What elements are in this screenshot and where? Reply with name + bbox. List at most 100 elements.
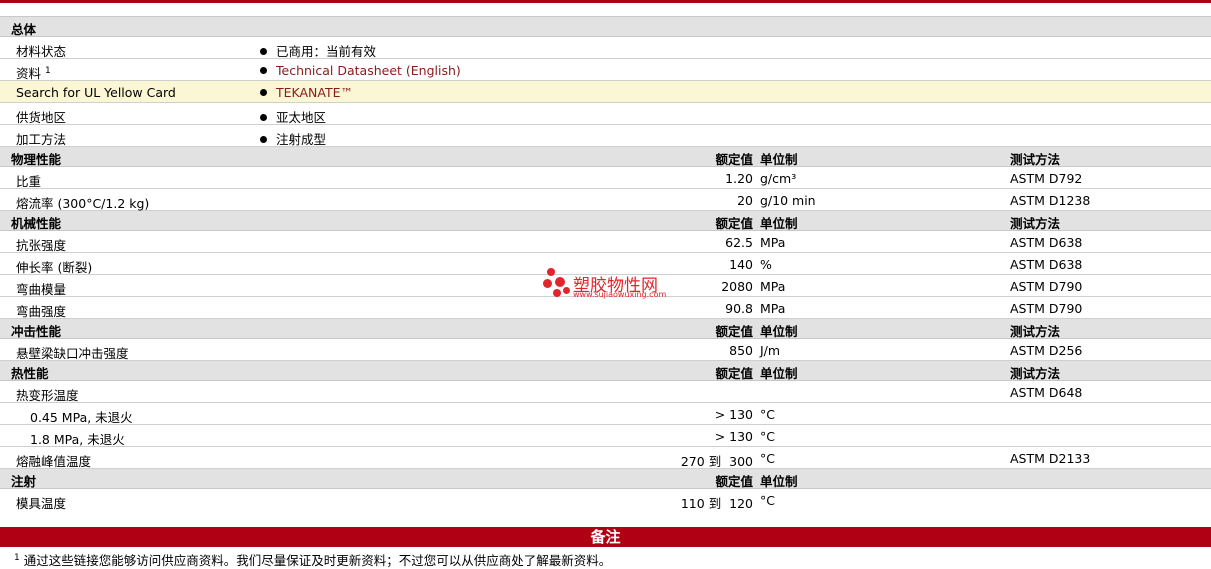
row-test: ASTM D790 <box>1010 301 1083 316</box>
row-unit: MPa <box>760 235 786 250</box>
row-unit: MPa <box>760 279 786 294</box>
table-row: 弯曲强度 90.8 MPa ASTM D790 <box>0 297 1211 319</box>
logo-dot <box>547 268 555 276</box>
table-row: 熔融峰值温度 270 到 300 °C ASTM D2133 <box>0 447 1211 469</box>
general-row-ul-yellow-card: Search for UL Yellow Card TEKANATE™ <box>0 81 1211 103</box>
row-value: 亚太地区 <box>260 107 326 126</box>
section-header-physical: 物理性能 额定值 单位制 测试方法 <box>0 147 1211 167</box>
bullet-icon <box>260 48 267 55</box>
section-title: 注射 <box>11 474 37 489</box>
table-row: 比重 1.20 g/cm³ ASTM D792 <box>0 167 1211 189</box>
col-header-value: 额定值 <box>715 152 753 167</box>
notes-header: 备注 <box>0 527 1211 547</box>
row-value: 2080 <box>721 279 753 294</box>
col-header-value: 额定值 <box>715 366 753 381</box>
table-row: 0.45 MPa, 未退火 > 130 °C <box>0 403 1211 425</box>
general-row-datasheet: 资料 1 Technical Datasheet (English) <box>0 59 1211 81</box>
row-label: 供货地区 <box>16 110 67 125</box>
section-title: 总体 <box>11 22 37 37</box>
row-value: 已商用：当前有效 <box>260 41 376 60</box>
table-row: 模具温度 110 到 120 °C <box>0 489 1211 511</box>
table-row: 热变形温度 ASTM D648 <box>0 381 1211 403</box>
logo-dot <box>543 279 552 288</box>
top-spacer <box>0 3 1211 17</box>
row-value: TEKANATE™ <box>260 85 353 100</box>
datasheet-link[interactable]: Technical Datasheet (English) <box>276 63 461 78</box>
col-header-value: 额定值 <box>715 474 753 489</box>
col-header-unit: 单位制 <box>760 152 798 167</box>
row-test: ASTM D256 <box>1010 343 1083 358</box>
section-header-mechanical: 机械性能 额定值 单位制 测试方法 <box>0 211 1211 231</box>
section-header-thermal: 热性能 额定值 单位制 测试方法 <box>0 361 1211 381</box>
row-value: Technical Datasheet (English) <box>260 63 461 78</box>
row-unit: g/10 min <box>760 193 816 208</box>
row-unit: °C <box>760 407 775 422</box>
col-header-unit: 单位制 <box>760 366 798 381</box>
row-label: 弯曲强度 <box>16 304 67 319</box>
row-unit: % <box>760 257 772 272</box>
bullet-icon <box>260 114 267 121</box>
row-test: ASTM D1238 <box>1010 193 1091 208</box>
row-value: 270 到 300 <box>680 454 753 469</box>
row-label: 熔流率 (300°C/1.2 kg) <box>16 196 150 211</box>
row-value: 1.20 <box>725 171 753 186</box>
col-header-unit: 单位制 <box>760 324 798 339</box>
table-row: 悬壁梁缺口冲击强度 850 J/m ASTM D256 <box>0 339 1211 361</box>
row-unit: MPa <box>760 301 786 316</box>
row-label: 抗张强度 <box>16 238 67 253</box>
table-row: 1.8 MPa, 未退火 > 130 °C <box>0 425 1211 447</box>
row-value: 90.8 <box>725 301 753 316</box>
row-unit: °C <box>760 493 775 508</box>
row-label: 加工方法 <box>16 132 67 147</box>
row-value: 110 到 120 <box>680 496 753 511</box>
row-test: ASTM D2133 <box>1010 451 1091 466</box>
row-label: 0.45 MPa, 未退火 <box>30 410 133 425</box>
general-row-region: 供货地区 亚太地区 <box>0 103 1211 125</box>
col-header-test: 测试方法 <box>1010 324 1061 339</box>
ul-yellow-card-link[interactable]: TEKANATE™ <box>276 85 353 100</box>
row-test: ASTM D638 <box>1010 235 1083 250</box>
row-value: 注射成型 <box>260 129 326 148</box>
row-label: Search for UL Yellow Card <box>16 85 176 100</box>
section-header-general: 总体 <box>0 17 1211 37</box>
row-value: 20 <box>737 193 753 208</box>
section-title: 冲击性能 <box>11 324 62 339</box>
section-title: 热性能 <box>11 366 49 381</box>
section-title: 机械性能 <box>11 216 62 231</box>
col-header-test: 测试方法 <box>1010 152 1061 167</box>
row-value: > 130 <box>714 407 753 422</box>
section-header-injection: 注射 额定值 单位制 <box>0 469 1211 489</box>
table-row: 抗张强度 62.5 MPa ASTM D638 <box>0 231 1211 253</box>
row-label: 1.8 MPa, 未退火 <box>30 432 125 447</box>
row-label: 资料 1 <box>16 65 51 81</box>
row-label: 悬壁梁缺口冲击强度 <box>16 346 129 361</box>
row-test: ASTM D792 <box>1010 171 1083 186</box>
footnote-marker: 1 <box>14 552 20 563</box>
col-header-test: 测试方法 <box>1010 216 1061 231</box>
col-header-test: 测试方法 <box>1010 366 1061 381</box>
row-label: 材料状态 <box>16 44 67 59</box>
footnote: 1 通过这些链接您能够访问供应商资料。我们尽量保证及时更新资料；不过您可以从供应… <box>14 550 611 569</box>
row-label: 伸长率 (断裂) <box>16 260 93 275</box>
table-row: 熔流率 (300°C/1.2 kg) 20 g/10 min ASTM D123… <box>0 189 1211 211</box>
row-label: 模具温度 <box>16 496 67 511</box>
col-header-value: 额定值 <box>715 216 753 231</box>
row-value: 850 <box>729 343 753 358</box>
general-row-process: 加工方法 注射成型 <box>0 125 1211 147</box>
col-header-unit: 单位制 <box>760 474 798 489</box>
row-unit: °C <box>760 451 775 466</box>
general-row-status: 材料状态 已商用：当前有效 <box>0 37 1211 59</box>
section-header-impact: 冲击性能 额定值 单位制 测试方法 <box>0 319 1211 339</box>
logo-dot <box>563 287 570 294</box>
bullet-icon <box>260 136 267 143</box>
bullet-icon <box>260 67 267 74</box>
row-label: 弯曲模量 <box>16 282 67 297</box>
watermark-url: www.sujiaowuxing.com <box>573 290 667 299</box>
logo-dot <box>553 289 561 297</box>
row-value: 62.5 <box>725 235 753 250</box>
row-unit: °C <box>760 429 775 444</box>
bullet-icon <box>260 89 267 96</box>
row-unit: J/m <box>760 343 781 358</box>
row-label: 熔融峰值温度 <box>16 454 92 469</box>
row-label: 热变形温度 <box>16 388 79 403</box>
